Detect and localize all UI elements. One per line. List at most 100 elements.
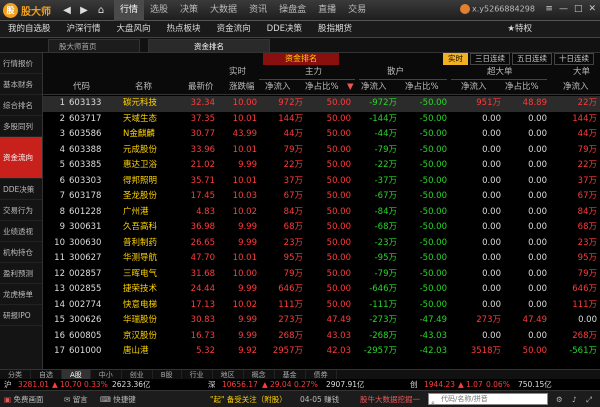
cell-big-in: -561万 <box>569 346 597 356</box>
col-main-ratio[interactable]: 净占比% <box>305 80 339 95</box>
cell-change: 9.92 <box>238 346 257 356</box>
settings-icon[interactable]: ⚙ <box>556 391 563 407</box>
market-tab[interactable]: B股 <box>153 370 182 379</box>
table-row[interactable]: 5 603385 惠达卫浴 21.02 9.99 22万 50.00 -22万 -50.00 0.… <box>43 158 600 174</box>
sub-menu-item[interactable]: 沪深行情 <box>59 21 109 37</box>
table-row[interactable]: 2 603717 天域生态 37.35 10.01 144万 50.00 -144万 -50.0… <box>43 112 600 128</box>
market-tab[interactable]: 自选 <box>31 370 62 379</box>
filter-5day[interactable]: 五日连续 <box>512 53 552 65</box>
privilege-button[interactable]: ★特权 <box>499 21 540 38</box>
maximize-icon[interactable]: □ <box>574 4 583 14</box>
sidebar-item[interactable]: 行情报价 <box>0 53 42 74</box>
table-row[interactable]: 13 002855 捷荣技术 24.44 9.99 646万 50.00 -646万 -50.0… <box>43 282 600 298</box>
sub-menu-item[interactable]: DDE决策 <box>259 21 310 37</box>
table-row[interactable]: 10 300630 普利制药 26.65 9.99 23万 50.00 -23万 -50.00 0… <box>43 236 600 252</box>
sidebar-item[interactable]: 交易行为 <box>0 200 42 221</box>
minimize-icon[interactable]: — <box>559 4 568 14</box>
filter-realtime[interactable]: 实时 <box>443 53 468 65</box>
table-row[interactable]: 4 603388 元成股份 33.96 10.01 79万 50.00 -79万 -50.00 0… <box>43 143 600 159</box>
market-tab[interactable]: 中小 <box>91 370 122 379</box>
market-tab[interactable]: 创业 <box>122 370 153 379</box>
top-menu-item[interactable]: 交易 <box>342 0 372 21</box>
fullscreen-icon[interactable]: ⤢ <box>586 391 592 407</box>
close-icon[interactable]: ✕ <box>588 4 596 14</box>
col-change[interactable]: 涨跌幅 <box>229 80 255 95</box>
volume-icon[interactable]: ♪ <box>572 391 577 407</box>
table-row[interactable]: 14 002774 快意电梯 17.13 10.02 111万 50.00 -111万 -50.… <box>43 298 600 314</box>
table-row[interactable]: 17 601000 唐山港 5.32 9.92 2957万 42.03 -2957万 -42.0… <box>43 344 600 360</box>
sub-menu-item[interactable]: 热点板块 <box>159 21 209 37</box>
free-trade-button[interactable]: ▣ 免费画面 <box>4 391 43 407</box>
sidebar-item[interactable]: 业绩透视 <box>0 221 42 242</box>
filter-10day[interactable]: 十日连续 <box>554 53 594 65</box>
top-menu-item[interactable]: 操盘盒 <box>273 0 312 21</box>
table-row[interactable]: 6 603303 得邦照明 35.71 10.01 37万 50.00 -37万 -50.00 0… <box>43 174 600 190</box>
sidebar-item[interactable]: 研报IPO <box>0 305 42 326</box>
top-menu-item[interactable]: 行情 <box>114 0 145 21</box>
news-ticker[interactable]: "起" 备受关注（附股） <box>210 391 287 407</box>
sz-value[interactable]: 10656.17 <box>222 379 258 390</box>
message-button[interactable]: ✉ 留言 <box>64 391 88 407</box>
sub-menu-item[interactable]: 资金流向 <box>209 21 259 37</box>
sidebar-item[interactable]: 龙虎榜单 <box>0 284 42 305</box>
sub-menu-item[interactable]: 股指期货 <box>310 21 360 37</box>
sub-menu-item[interactable]: 我的自选股 <box>0 21 59 37</box>
tab-home[interactable]: 股大师首页 <box>48 39 140 52</box>
table-row[interactable]: 7 603178 圣龙股份 17.45 10.03 67万 50.00 -67万 -50.00 0… <box>43 189 600 205</box>
col-retail-ratio[interactable]: 净占比% <box>405 80 439 95</box>
table-row[interactable]: 11 300627 华测导航 47.70 10.01 95万 50.00 -95万 -50.00… <box>43 251 600 267</box>
top-menu-item[interactable]: 大数据 <box>204 0 243 21</box>
market-tab[interactable]: 概念 <box>244 370 275 379</box>
col-retail-in[interactable]: 净流入 <box>361 80 387 95</box>
table-row[interactable]: 12 002857 三晖电气 31.68 10.00 79万 50.00 -79万 -50.00… <box>43 267 600 283</box>
home-icon[interactable]: ⌂ <box>94 4 108 17</box>
search-box[interactable]: ⌕ <box>428 393 548 407</box>
col-main-in[interactable]: 净流入 <box>265 80 291 95</box>
market-tab[interactable]: 债券 <box>306 370 337 379</box>
table-row[interactable]: 15 300626 华瑞股份 30.83 9.99 273万 47.49 -273万 -47.4… <box>43 313 600 329</box>
col-code[interactable]: 代码 <box>73 80 90 95</box>
sidebar-item[interactable]: 多股同列 <box>0 116 42 137</box>
sidebar-item-fund-flow[interactable]: 资金流向 <box>0 137 42 179</box>
cell-code: 002857 <box>69 268 102 279</box>
sidebar-item[interactable]: 综合排名 <box>0 95 42 116</box>
filter-3day[interactable]: 三日连续 <box>470 53 510 65</box>
sidebar-item[interactable]: 盈利预测 <box>0 263 42 284</box>
menu-icon[interactable]: ≡ <box>545 4 553 14</box>
col-price[interactable]: 最新价 <box>188 80 214 95</box>
tab-fund-ranking[interactable]: 资金排名 <box>148 39 270 52</box>
col-superbig-in[interactable]: 净流入 <box>461 80 487 95</box>
back-icon[interactable]: ◀ <box>60 4 74 17</box>
group-main-force: 主力 <box>305 67 323 77</box>
market-tab[interactable]: 基金 <box>275 370 306 379</box>
top-menu-item[interactable]: 直播 <box>312 0 342 21</box>
table-row[interactable]: 1 603133 碳元科技 32.34 10.00 972万 50.00 -972万 -50.0… <box>43 96 600 112</box>
market-tab-a-share[interactable]: A股 <box>62 370 91 379</box>
market-tab[interactable]: 行业 <box>182 370 213 379</box>
table-row[interactable]: 9 300631 久吾高科 36.98 9.99 68万 50.00 -68万 -50.00 0.… <box>43 220 600 236</box>
table-row[interactable]: 3 603586 N金麒麟 30.77 43.99 44万 50.00 -44万 -50.00 0… <box>43 127 600 143</box>
table-row[interactable]: 8 601228 广州港 4.83 10.02 84万 50.00 -84万 -50.00 0.0… <box>43 205 600 221</box>
sidebar-item[interactable]: 机构持仓 <box>0 242 42 263</box>
col-superbig-ratio[interactable]: 净占比% <box>505 80 539 95</box>
ad-link[interactable]: 股牛大数据挖掘一 <box>360 391 420 407</box>
search-input[interactable] <box>429 394 547 404</box>
sidebar-item[interactable]: 基本财务 <box>0 74 42 95</box>
market-tab[interactable]: 分类 <box>0 370 31 379</box>
forward-icon[interactable]: ▶ <box>77 4 91 17</box>
cell-big-in: 22万 <box>577 160 597 170</box>
top-menu-item[interactable]: 决策 <box>174 0 204 21</box>
col-big-in[interactable]: 净流入 <box>563 80 589 95</box>
market-tab[interactable]: 地区 <box>213 370 244 379</box>
table-row[interactable]: 16 600805 京汉股份 16.73 9.99 268万 43.03 -268万 -43.0… <box>43 329 600 345</box>
col-name[interactable]: 名称 <box>135 80 152 95</box>
top-menu-item[interactable]: 选股 <box>144 0 174 21</box>
sidebar-item[interactable]: DDE决策 <box>0 179 42 200</box>
sub-menu-item[interactable]: 大盘风向 <box>109 21 159 37</box>
sh-value[interactable]: 3281.01 <box>18 379 49 390</box>
top-menu-item[interactable]: 资讯 <box>243 0 273 21</box>
cy-value[interactable]: 1944.23 <box>424 379 455 390</box>
user-account[interactable]: x.y5266884298 <box>460 4 535 14</box>
cell-price: 36.98 <box>190 222 215 232</box>
shortcut-button[interactable]: ⌨ 快捷键 <box>100 391 136 407</box>
